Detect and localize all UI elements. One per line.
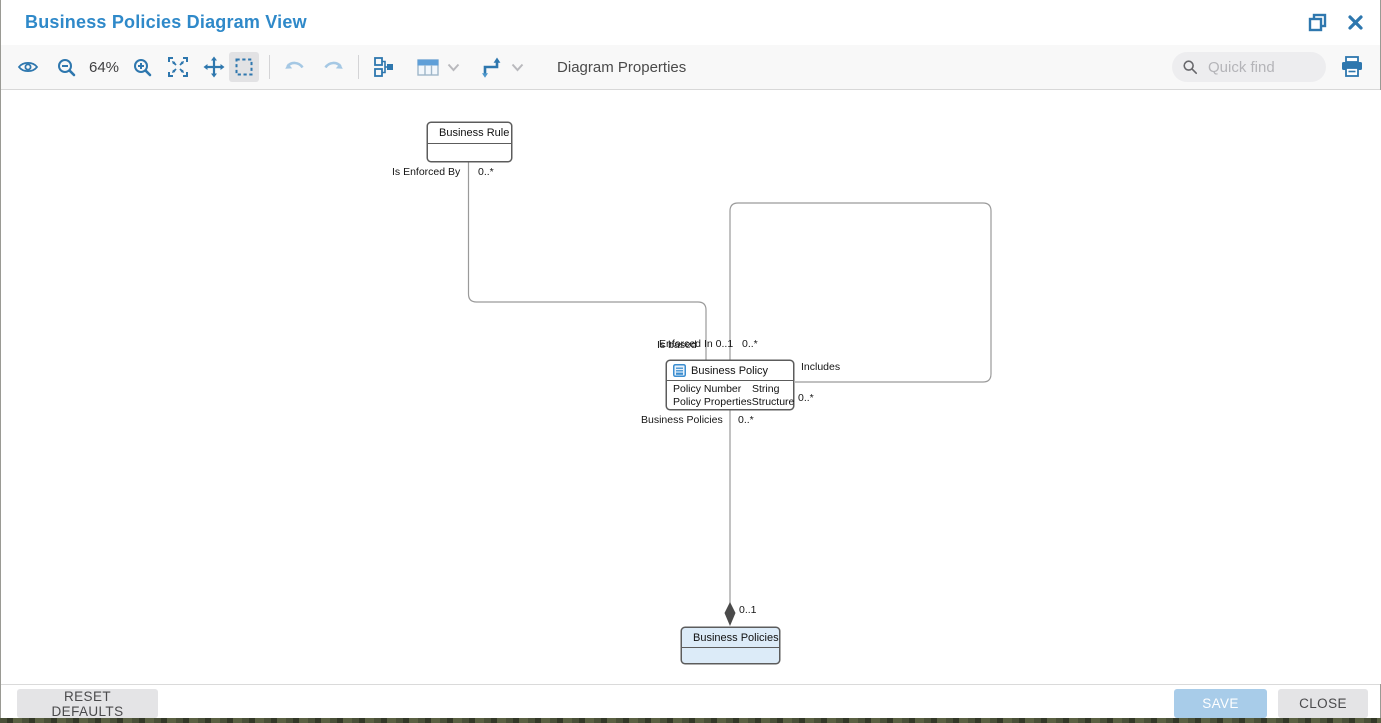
- role-label-overlap-b: Is based: [657, 339, 697, 351]
- multiplicity-label: 0..*: [742, 338, 758, 350]
- title-bar: Business Policies Diagram View: [1, 0, 1380, 45]
- attribute-type: String: [752, 383, 779, 396]
- undo-icon[interactable]: [280, 52, 310, 82]
- table-view-icon[interactable]: [413, 52, 443, 82]
- visibility-icon[interactable]: [13, 52, 43, 82]
- dialog-title: Business Policies Diagram View: [25, 12, 307, 33]
- multiplicity-label: 0..*: [798, 392, 814, 404]
- multiplicity-label: In 0..1: [704, 338, 733, 350]
- zoom-level: 64%: [89, 59, 119, 76]
- restore-window-icon[interactable]: [1306, 12, 1328, 34]
- attribute-name: Policy Properties: [673, 396, 752, 409]
- entity-business-rule[interactable]: Business Rule: [427, 122, 512, 162]
- entity-business-policy[interactable]: Business Policy Policy Number String Pol…: [666, 360, 794, 410]
- connector-style-dropdown-chevron-icon[interactable]: [509, 59, 525, 75]
- pan-icon[interactable]: [199, 52, 229, 82]
- multiplicity-label: 0..*: [478, 166, 494, 178]
- composition-diamond-icon: [725, 602, 736, 626]
- screen: Business Policies Diagram View: [0, 0, 1381, 723]
- toolbar-separator: [358, 55, 359, 79]
- role-label-includes: Includes: [801, 361, 840, 373]
- entity-title: Business Policy: [691, 365, 768, 377]
- marquee-select-icon[interactable]: [229, 52, 259, 82]
- window-controls: [1306, 12, 1366, 34]
- quick-find-box[interactable]: [1172, 52, 1326, 82]
- reset-defaults-button[interactable]: RESET DEFAULTS: [17, 689, 158, 718]
- quick-find-input[interactable]: [1206, 58, 1316, 77]
- dialog-footer: RESET DEFAULTS SAVE CLOSE: [1, 684, 1380, 718]
- close-button[interactable]: CLOSE: [1278, 689, 1368, 718]
- connector-style-icon[interactable]: [477, 52, 507, 82]
- entity-title: Business Policies: [693, 632, 779, 644]
- close-icon[interactable]: [1344, 12, 1366, 34]
- save-button[interactable]: SAVE: [1174, 689, 1267, 718]
- attribute-type: Structure: [752, 396, 795, 409]
- zoom-out-icon[interactable]: [51, 52, 81, 82]
- diagram-canvas[interactable]: Business Rule Business Policy Policy Num…: [1, 90, 1381, 684]
- multiplicity-label: 0..1: [739, 604, 757, 616]
- search-icon: [1182, 58, 1198, 76]
- print-icon[interactable]: [1336, 52, 1368, 82]
- diagram-properties-label[interactable]: Diagram Properties: [557, 59, 686, 76]
- role-label-is-enforced-by: Is Enforced By: [392, 166, 460, 178]
- entity-business-policies[interactable]: Business Policies: [681, 627, 780, 664]
- multiplicity-label: 0..*: [738, 414, 754, 426]
- attribute-row: Policy Properties Structure: [667, 396, 793, 409]
- business-policy-icon: [673, 364, 686, 377]
- toolbar-separator: [269, 55, 270, 79]
- attribute-row: Policy Number String: [667, 383, 793, 396]
- auto-layout-icon[interactable]: [369, 52, 399, 82]
- role-label-business-policies: Business Policies: [641, 414, 723, 426]
- desktop-background-strip: [0, 718, 1381, 723]
- redo-icon[interactable]: [318, 52, 348, 82]
- fit-to-screen-icon[interactable]: [163, 52, 193, 82]
- business-policies-diagram-dialog: Business Policies Diagram View: [0, 0, 1381, 718]
- zoom-in-icon[interactable]: [127, 52, 157, 82]
- entity-title: Business Rule: [439, 127, 509, 139]
- attribute-name: Policy Number: [673, 383, 752, 396]
- table-view-dropdown-chevron-icon[interactable]: [445, 59, 461, 75]
- diagram-toolbar: 64%: [1, 45, 1380, 90]
